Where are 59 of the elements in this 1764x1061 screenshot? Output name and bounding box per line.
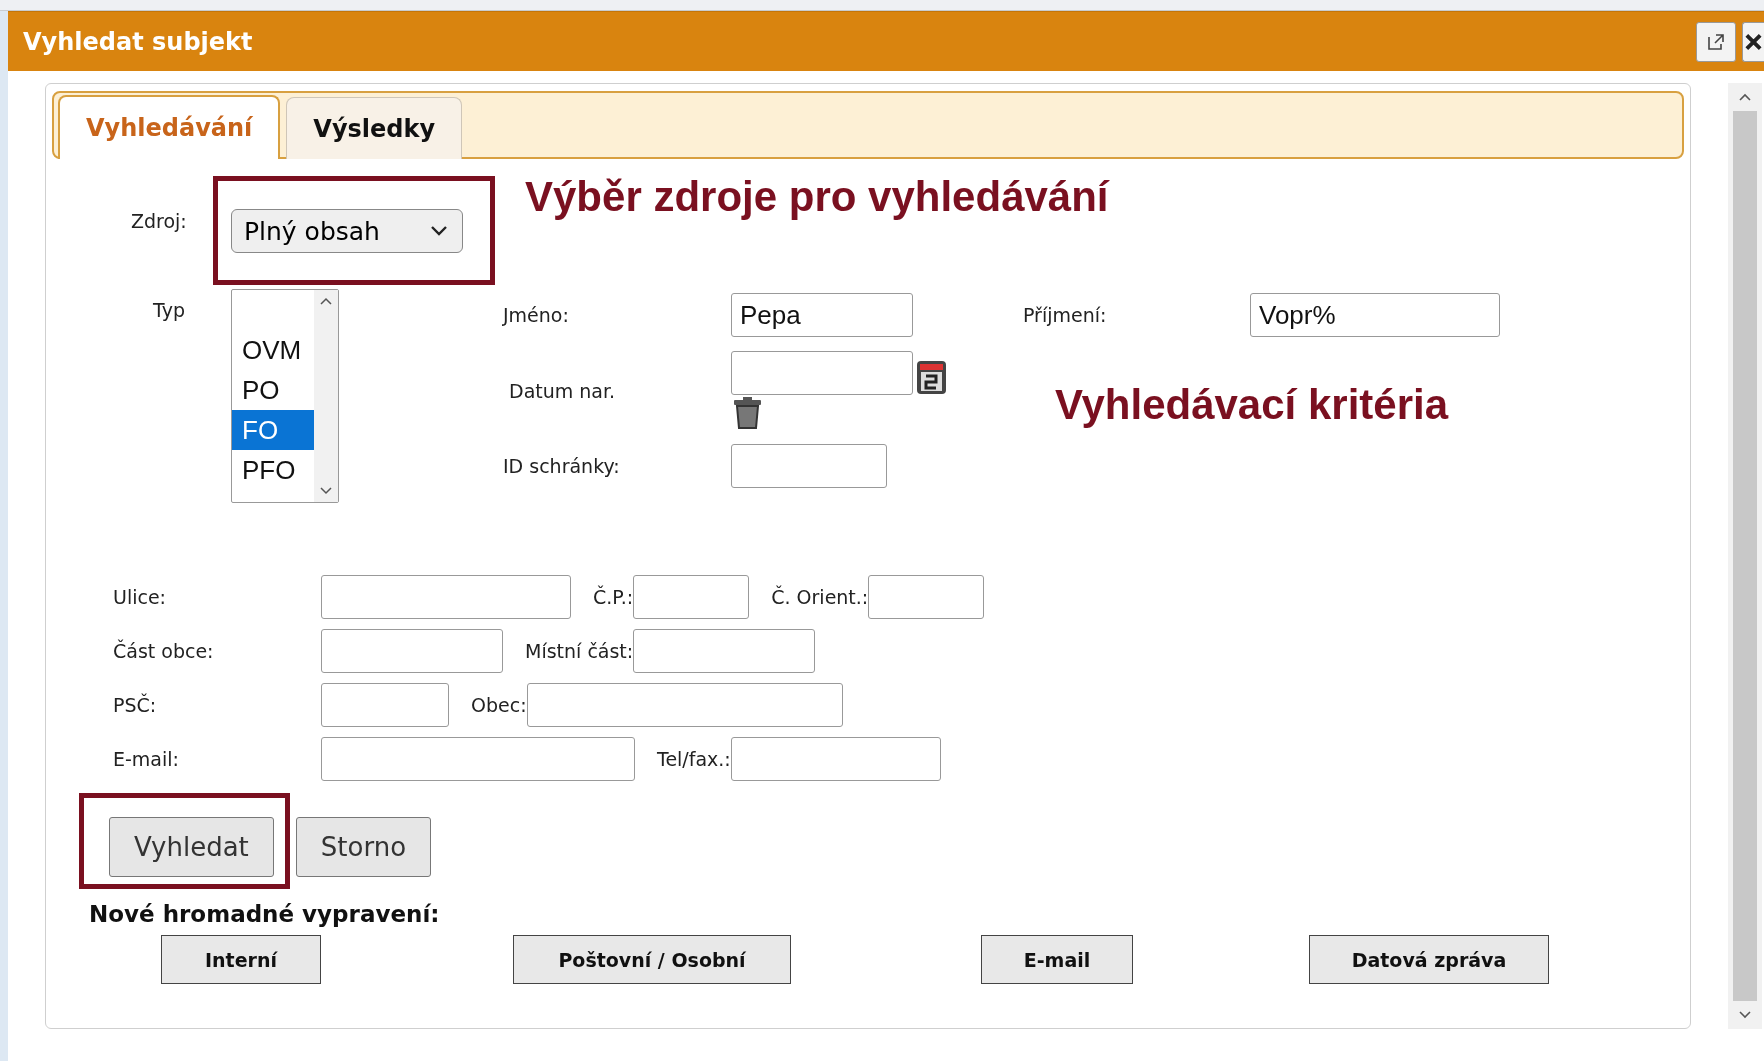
input-field[interactable] (526, 683, 843, 727)
close-button[interactable] (1742, 21, 1764, 62)
input-field[interactable] (731, 444, 887, 488)
scroll-down-icon[interactable] (319, 486, 333, 496)
field-label: PSČ: (113, 694, 158, 716)
field-label: E-mail: (113, 748, 180, 770)
input-field[interactable] (321, 575, 571, 619)
field-label: Část obce: (113, 640, 215, 662)
trash-icon[interactable] (731, 396, 764, 430)
type-list-box[interactable]: OVM PO FO PFO (231, 289, 339, 503)
field-label: Ulice: (113, 586, 167, 608)
close-icon (1743, 31, 1764, 52)
search-button[interactable]: Vyhledat (109, 817, 274, 877)
list-option[interactable]: PO (232, 370, 314, 410)
annotation-heading: Výběr zdroje pro vyhledávání (525, 173, 1109, 221)
field-label: Obec: (471, 694, 527, 716)
input-field[interactable] (321, 629, 503, 673)
annotation-heading: Vyhledávací kritéria (1055, 381, 1450, 429)
input-field[interactable] (730, 737, 941, 781)
field-label: ID schránky: (503, 455, 621, 477)
input-field[interactable] (868, 575, 985, 619)
tab[interactable]: Výsledky (286, 97, 463, 159)
field-label: Datum nar. (509, 380, 617, 402)
input-field[interactable] (633, 629, 816, 673)
calendar-icon[interactable] (916, 360, 947, 395)
scroll-up-icon[interactable] (319, 296, 333, 306)
field-label: Tel/fax.: (657, 748, 731, 770)
dispatch-button[interactable]: Poštovní / Osobní (513, 935, 791, 984)
field-label: Příjmení: (1023, 304, 1108, 326)
scrollbar-thumb[interactable] (1733, 111, 1757, 1001)
input-field[interactable] (633, 575, 750, 619)
caret-icon (430, 225, 448, 237)
list-option[interactable]: PFO (232, 450, 314, 490)
input-field[interactable] (321, 737, 635, 781)
field-label: Č.P.: (593, 586, 634, 608)
field-label: Zdroj: (131, 210, 188, 232)
dispatch-button[interactable]: Interní (161, 935, 321, 984)
input-field[interactable] (321, 683, 449, 727)
dispatch-button[interactable]: E-mail (981, 935, 1133, 984)
field-label: Č. Orient.: (771, 586, 869, 608)
field-label: Typ (153, 299, 186, 321)
input-field[interactable] (731, 351, 913, 395)
popout-icon (1706, 31, 1726, 52)
list-option[interactable]: FO (232, 410, 314, 450)
dispatch-button[interactable]: Datová zpráva (1309, 935, 1549, 984)
tab[interactable]: Vyhledávání (58, 95, 281, 159)
input-field[interactable]: Pepa (731, 293, 913, 337)
field-label: Místní část: (525, 640, 634, 662)
popout-button[interactable] (1696, 21, 1736, 62)
field-label: Jméno: (503, 304, 570, 326)
source-dropdown[interactable]: Plný obsah (231, 209, 463, 253)
input-field[interactable]: Vopr% (1250, 293, 1500, 337)
cancel-button[interactable]: Storno (295, 817, 432, 877)
list-option[interactable]: OVM (232, 330, 314, 370)
dialog-title: Vyhledat subjekt (23, 27, 254, 56)
scroll-down-icon[interactable] (1737, 1009, 1753, 1021)
scrollbar[interactable] (1728, 83, 1762, 1029)
scroll-up-icon[interactable] (1737, 91, 1753, 103)
section-heading: Nové hromadné vypravení: (89, 901, 441, 927)
